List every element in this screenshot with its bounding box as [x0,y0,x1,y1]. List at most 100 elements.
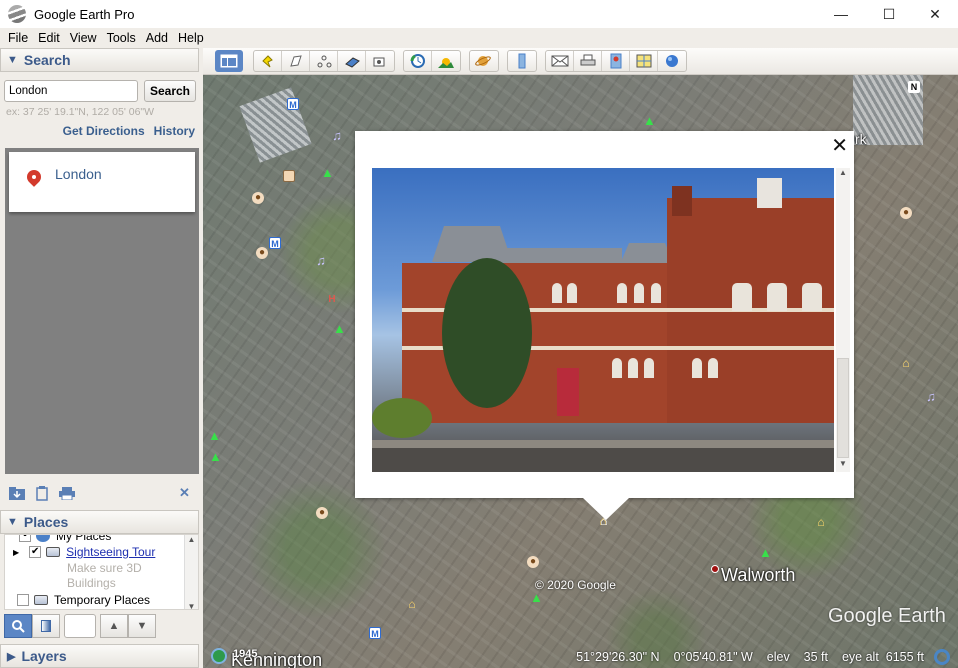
elevation-label: elev [766,650,790,664]
save-image-icon[interactable] [602,51,630,71]
tree-item-my-places[interactable]: ▪ My Places [19,535,111,543]
polygon-add-icon[interactable] [282,51,310,71]
search-panel-title: Search [23,52,71,68]
place-dot-icon [711,565,719,573]
museum-icon[interactable]: ⌂ [815,516,827,528]
metro-station-icon[interactable]: M [287,98,299,110]
search-mode-button[interactable] [4,614,32,638]
scroll-up-icon[interactable]: ▲ [185,535,198,544]
print-icon[interactable] [574,51,602,71]
eye-alt-label: eye alt [841,650,879,664]
move-up-button[interactable]: ▲ [100,614,128,638]
checkbox[interactable]: ✔ [29,546,42,558]
search-button[interactable]: Search [144,80,196,102]
path-add-icon[interactable] [310,51,338,71]
panel-icon [41,620,51,632]
park-icon[interactable]: ▲ [530,591,543,604]
close-window-button[interactable]: ✕ [912,0,958,28]
north-indicator-icon: N [908,81,920,93]
folder-icon [34,595,48,605]
minimize-button[interactable]: — [818,0,864,28]
metro-station-icon[interactable]: M [269,237,281,249]
move-down-button[interactable]: ▼ [128,614,156,638]
scroll-thumb[interactable] [837,358,849,458]
placemark-add-icon[interactable] [254,51,282,71]
historical-imagery-icon[interactable] [404,51,432,71]
folder-add-icon[interactable] [8,486,25,500]
menu-edit[interactable]: Edit [38,31,60,45]
museum-icon[interactable]: ⌂ [406,598,418,610]
scroll-up-icon[interactable]: ▲ [836,168,850,177]
tree-item-temporary-places[interactable]: Temporary Places [17,593,150,607]
tree-item-label[interactable]: Sightseeing Tour [66,545,155,559]
landmark-icon[interactable] [283,170,295,182]
search-panel-header[interactable]: ▼ Search [0,48,199,72]
sidebar-toggle-button[interactable] [215,50,243,72]
park-icon[interactable]: ▲ [321,166,334,179]
layers-panel-header[interactable]: ▶ Layers [0,644,199,668]
park-icon[interactable]: ▲ [208,429,221,442]
restaurant-icon[interactable]: ● [527,556,539,568]
menu-file[interactable]: File [8,31,28,45]
maximize-button[interactable]: ☐ [866,0,912,28]
close-panel-icon[interactable]: ✕ [176,485,193,500]
restaurant-icon[interactable]: ● [316,507,328,519]
balloon-scrollbar[interactable]: ▲ ▼ [836,168,850,472]
view-in-maps-icon[interactable] [630,51,658,71]
close-balloon-button[interactable]: ✕ [831,133,848,158]
tree-item-sightseeing-tour[interactable]: ▶ ✔ Sightseeing Tour [13,545,155,559]
search-input[interactable] [4,80,138,102]
sidebar-mode-button[interactable] [32,614,60,638]
restaurant-icon[interactable]: ● [252,192,264,204]
balloon-photo [372,168,834,472]
restaurant-icon[interactable]: ● [900,207,912,219]
print-icon[interactable] [58,486,75,500]
scroll-down-icon[interactable]: ▼ [185,602,198,609]
scroll-down-icon[interactable]: ▼ [836,459,850,468]
ruler-icon[interactable] [508,51,536,71]
park-icon[interactable]: ▲ [643,114,656,127]
museum-icon[interactable]: ⌂ [900,357,912,369]
search-results: London [5,148,199,474]
search-result-label: London [55,166,102,182]
history-link[interactable]: History [154,124,195,138]
park-icon[interactable]: ▲ [759,546,772,559]
red-pin-icon [27,170,41,190]
music-venue-icon[interactable]: ♫ [925,390,937,403]
checkbox[interactable] [17,594,29,606]
placemark-icon[interactable]: ⌂ [598,515,610,527]
menu-add[interactable]: Add [146,31,168,45]
nav-field[interactable] [64,614,96,638]
panel-tools: ✕ [0,480,203,506]
restaurant-icon[interactable]: ● [256,247,268,259]
email-icon[interactable] [546,51,574,71]
sign-in-icon[interactable] [658,51,686,71]
music-venue-icon[interactable]: ♫ [315,254,327,267]
tour-record-icon[interactable] [366,51,394,71]
hospital-icon[interactable]: H [326,294,338,306]
overlay-add-icon[interactable] [338,51,366,71]
menu-tools[interactable]: Tools [107,31,136,45]
sunlight-icon[interactable] [432,51,460,71]
park-icon[interactable]: ▲ [333,322,346,335]
get-directions-link[interactable]: Get Directions [63,124,145,138]
metro-station-icon[interactable]: M [369,627,381,639]
globe-icon [36,535,50,542]
places-scrollbar[interactable]: ▲ ▼ [184,535,198,609]
expand-arrow-icon[interactable]: ▶ [13,548,19,557]
main-toolbar [203,48,958,75]
clipboard-icon[interactable] [33,485,50,501]
music-venue-icon[interactable]: ♫ [331,129,343,142]
menu-help[interactable]: Help [178,31,204,45]
park-icon[interactable]: ▲ [209,450,222,463]
map-view[interactable]: M M M ▲ ▲ ▲ ▲ ▲ ▲ ▲ ● ● ● ● ● ♫ ♫ ♫ H ⌂ … [203,75,958,668]
menu-view[interactable]: View [70,31,97,45]
places-panel-header[interactable]: ▼ Places [0,510,199,534]
checkbox[interactable]: ▪ [19,535,31,542]
planet-switch-icon[interactable] [470,51,498,71]
latitude-readout: 51°29'26.30" N [576,650,660,664]
placemark-balloon: ✕ ▲ ▼ [355,131,854,520]
longitude-readout: 0°05'40.81" W [673,650,753,664]
google-earth-watermark: Google Earth [828,605,946,627]
search-result-item[interactable]: London [9,152,195,212]
